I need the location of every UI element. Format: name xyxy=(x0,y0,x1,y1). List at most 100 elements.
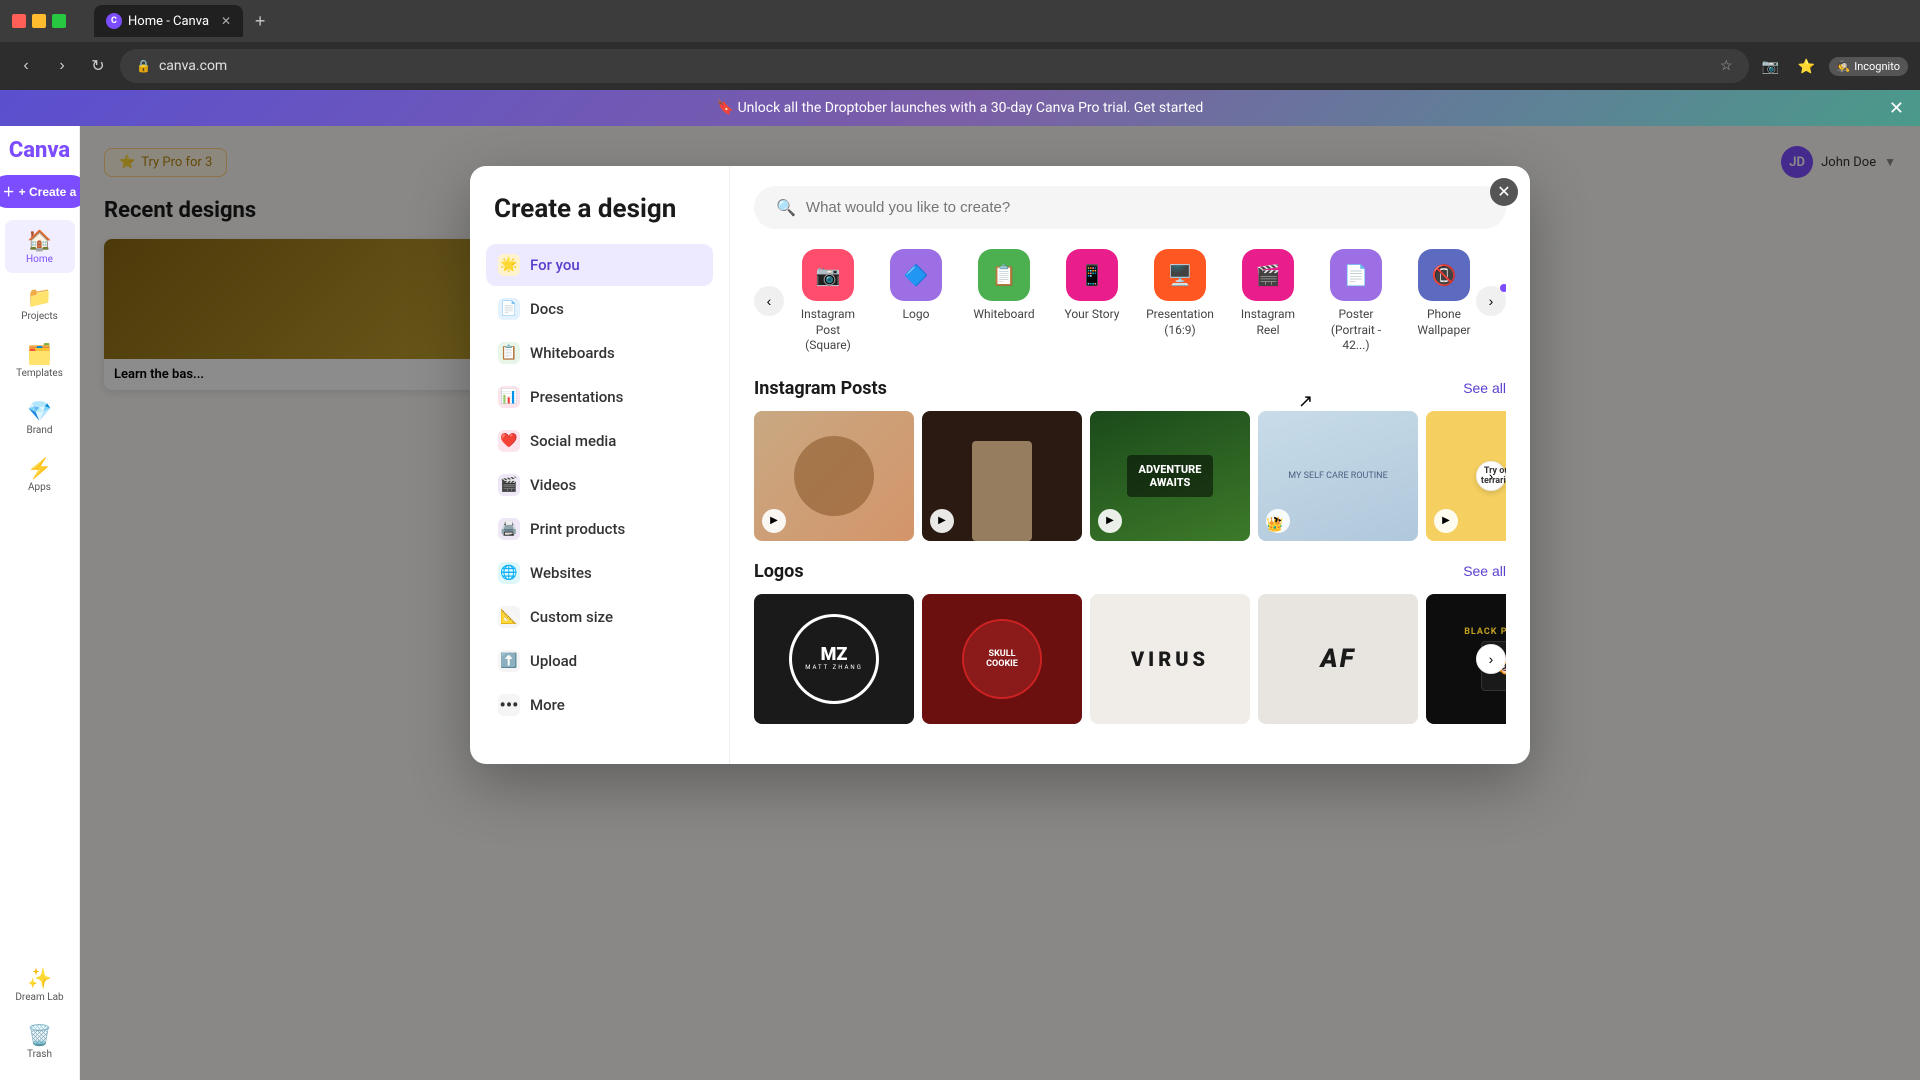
more-icon: ••• xyxy=(498,694,520,716)
minimize-window-button[interactable] xyxy=(32,14,46,28)
quick-icons-next-button[interactable]: › xyxy=(1476,286,1506,316)
page-content: ⭐ Try Pro for 3 JD John Doe ▼ Recent des… xyxy=(80,126,1920,1080)
template-card-ig4[interactable]: MY SELF CARE ROUTINE ▶ 👑 xyxy=(1258,411,1418,541)
modal-close-button[interactable]: ✕ xyxy=(1490,178,1518,206)
tab-close-icon[interactable]: ✕ xyxy=(221,14,231,28)
quick-icon-your-story[interactable]: 📱 Your Story xyxy=(1048,249,1136,354)
quick-icon-instagram-square[interactable]: 📷 Instagram Post (Square) xyxy=(784,249,872,354)
sidebar-item-dreamlab[interactable]: ✨ Dream Lab xyxy=(5,958,75,1011)
template-card-logo1[interactable]: MZ MATT ZHANG xyxy=(754,594,914,724)
bookmark-icon[interactable]: ☆ xyxy=(1720,58,1733,74)
docs-icon: 📄 xyxy=(498,298,520,320)
quick-icon-phone-wallpaper[interactable]: 📵 Phone Wallpaper xyxy=(1400,249,1476,354)
logos-title: Logos xyxy=(754,561,804,582)
nav-icons: 📷 ⭐ 🕵️ Incognito xyxy=(1757,52,1909,80)
docs-label: Docs xyxy=(530,300,564,318)
modal-nav-presentations[interactable]: 📊 Presentations xyxy=(486,376,713,418)
logos-see-all-button[interactable]: See all xyxy=(1463,563,1506,579)
template-card-logo4[interactable]: AF xyxy=(1258,594,1418,724)
tab-favicon: C xyxy=(106,13,122,29)
promo-banner: 🔖 Unlock all the Droptober launches with… xyxy=(0,90,1920,126)
create-design-button[interactable]: ＋ + Create a xyxy=(0,175,88,208)
modal-nav-custom-size[interactable]: 📐 Custom size xyxy=(486,596,713,638)
back-button[interactable]: ‹ xyxy=(12,52,40,80)
apps-icon: ⚡ xyxy=(27,456,52,480)
template-card-ig1[interactable]: ▶ xyxy=(754,411,914,541)
address-bar[interactable]: 🔒 canva.com ☆ xyxy=(120,49,1749,83)
presentation-label: Presentation (16:9) xyxy=(1146,307,1214,338)
instagram-posts-header: Instagram Posts See all xyxy=(754,378,1506,399)
title-bar: C Home - Canva ✕ + xyxy=(0,0,1920,42)
instagram-reel-label: Instagram Reel xyxy=(1234,307,1302,338)
quick-icon-presentation[interactable]: 🖥️ Presentation (16:9) xyxy=(1136,249,1224,354)
template-card-logo2[interactable]: SKULLCOOKIE xyxy=(922,594,1082,724)
sidebar-item-templates[interactable]: 🗂️ Templates xyxy=(5,334,75,387)
refresh-button[interactable]: ↻ xyxy=(84,52,112,80)
bookmark-star-icon[interactable]: ⭐ xyxy=(1793,52,1821,80)
modal-nav-upload[interactable]: ⬆️ Upload xyxy=(486,640,713,682)
modal-overlay[interactable]: ✕ Create a design 🌟 For you 📄 Docs 📋 Whi xyxy=(80,126,1920,1080)
search-bar[interactable]: 🔍 xyxy=(754,186,1506,229)
card-img-logo2: SKULLCOOKIE xyxy=(922,594,1082,724)
template-card-ig5[interactable]: Try out ourterrarium kit ▶ xyxy=(1426,411,1506,541)
browser-chrome: C Home - Canva ✕ + ‹ › ↻ 🔒 canva.com ☆ 📷… xyxy=(0,0,1920,90)
modal-nav-docs[interactable]: 📄 Docs xyxy=(486,288,713,330)
play-button-ig1[interactable]: ▶ xyxy=(762,509,786,533)
modal-nav-whiteboards[interactable]: 📋 Whiteboards xyxy=(486,332,713,374)
poster-label: Poster (Portrait - 42...) xyxy=(1322,307,1390,354)
sidebar-dreamlab-label: Dream Lab xyxy=(15,992,63,1003)
sidebar-item-home[interactable]: 🏠 Home xyxy=(5,220,75,273)
active-tab[interactable]: C Home - Canva ✕ xyxy=(94,5,243,37)
quick-icon-logo[interactable]: 🔷 Logo xyxy=(872,249,960,354)
sidebar-templates-label: Templates xyxy=(16,368,63,379)
search-input[interactable] xyxy=(806,199,1484,216)
create-design-modal: ✕ Create a design 🌟 For you 📄 Docs 📋 Whi xyxy=(470,166,1530,764)
instagram-posts-see-all-button[interactable]: See all xyxy=(1463,380,1506,396)
quick-icon-instagram-reel[interactable]: 🎬 Instagram Reel xyxy=(1224,249,1312,354)
social-media-label: Social media xyxy=(530,432,616,450)
websites-icon: 🌐 xyxy=(498,562,520,584)
tab-title: Home - Canva xyxy=(128,14,209,29)
template-card-ig2[interactable]: ▶ xyxy=(922,411,1082,541)
canva-logo: Canva xyxy=(9,138,70,163)
play-button-ig2[interactable]: ▶ xyxy=(930,509,954,533)
projects-icon: 📁 xyxy=(27,285,52,309)
modal-nav-for-you[interactable]: 🌟 For you xyxy=(486,244,713,286)
phone-wallpaper-icon: 📵 xyxy=(1418,249,1470,301)
trash-icon: 🗑️ xyxy=(27,1023,52,1047)
maximize-window-button[interactable] xyxy=(52,14,66,28)
play-button-ig5[interactable]: ▶ xyxy=(1434,509,1458,533)
plus-icon: ＋ xyxy=(3,183,15,200)
crown-badge-ig4: 👑 xyxy=(1266,517,1283,533)
nav-bar: ‹ › ↻ 🔒 canva.com ☆ 📷 ⭐ 🕵️ Incognito xyxy=(0,42,1920,90)
modal-nav-videos[interactable]: 🎬 Videos xyxy=(486,464,713,506)
instagram-posts-title: Instagram Posts xyxy=(754,378,887,399)
whiteboards-label: Whiteboards xyxy=(530,344,615,362)
sidebar-item-brand[interactable]: 💎 Brand xyxy=(5,391,75,444)
sidebar-item-trash[interactable]: 🗑️ Trash xyxy=(5,1015,75,1068)
template-card-ig3[interactable]: ADVENTUREAWAITS ▶ xyxy=(1090,411,1250,541)
play-button-ig3[interactable]: ▶ xyxy=(1098,509,1122,533)
more-label: More xyxy=(530,696,565,714)
websites-label: Websites xyxy=(530,564,592,582)
modal-nav-print[interactable]: 🖨️ Print products xyxy=(486,508,713,550)
banner-close-button[interactable]: ✕ xyxy=(1889,98,1904,119)
new-tab-button[interactable]: + xyxy=(247,8,273,34)
modal-nav-social-media[interactable]: ❤️ Social media xyxy=(486,420,713,462)
close-window-button[interactable] xyxy=(12,14,26,28)
whiteboard-icon: 📋 xyxy=(978,249,1030,301)
sidebar-item-apps[interactable]: ⚡ Apps xyxy=(5,448,75,501)
quick-icon-whiteboard[interactable]: 📋 Whiteboard xyxy=(960,249,1048,354)
instagram-square-label: Instagram Post (Square) xyxy=(794,307,862,354)
quick-icons-prev-button[interactable]: ‹ xyxy=(754,286,784,316)
quick-icon-poster[interactable]: 📄 Poster (Portrait - 42...) xyxy=(1312,249,1400,354)
sidebar-item-projects[interactable]: 📁 Projects xyxy=(5,277,75,330)
forward-button[interactable]: › xyxy=(48,52,76,80)
upload-label: Upload xyxy=(530,652,577,670)
modal-nav-websites[interactable]: 🌐 Websites xyxy=(486,552,713,594)
sidebar-trash-label: Trash xyxy=(27,1049,52,1060)
modal-nav-more[interactable]: ••• More xyxy=(486,684,713,726)
template-card-logo3[interactable]: VIRUS xyxy=(1090,594,1250,724)
logos-scroll-right-button[interactable]: › xyxy=(1476,644,1506,674)
camera-icon[interactable]: 📷 xyxy=(1757,52,1785,80)
